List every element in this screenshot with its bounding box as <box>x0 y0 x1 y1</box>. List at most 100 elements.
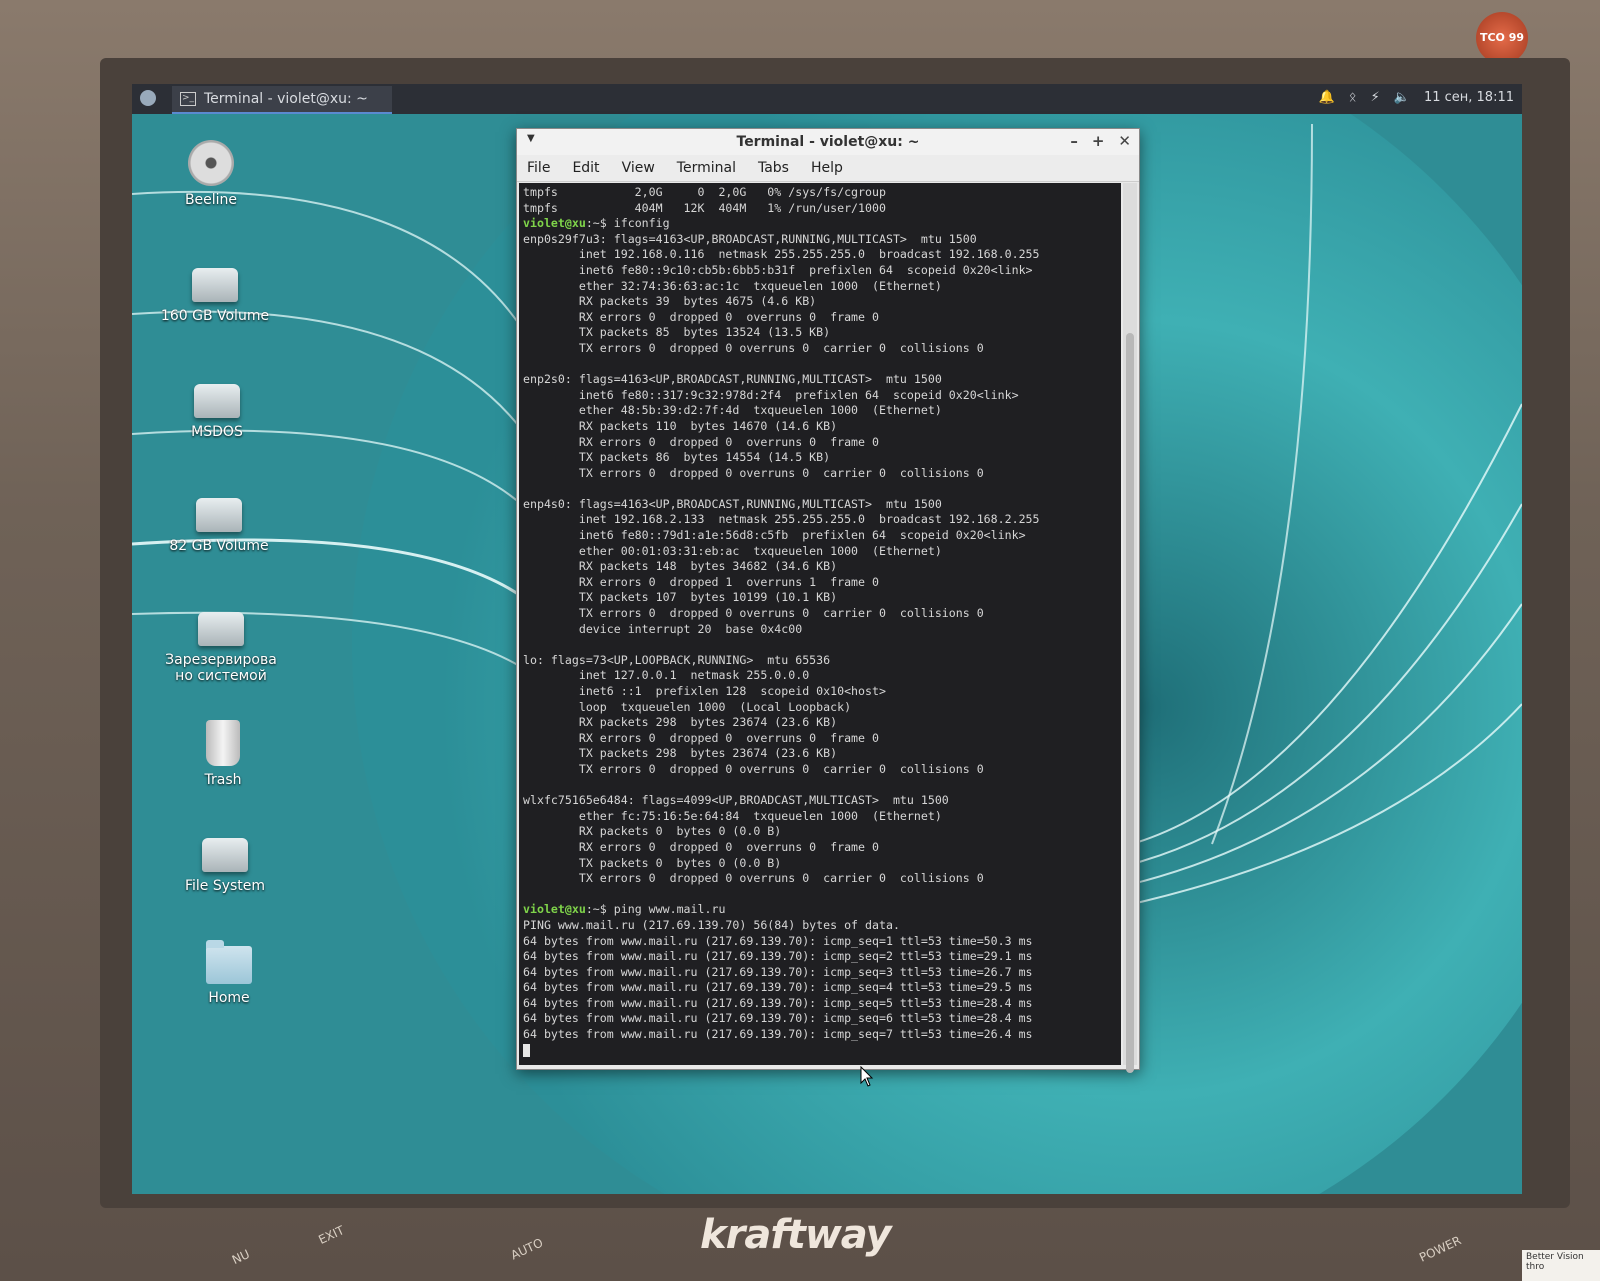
terminal-line: TX packets 86 bytes 14554 (14.5 KB) <box>578 450 831 465</box>
terminal-command: :~$ ping www.mail.ru <box>585 902 726 917</box>
terminal-line: inet 192.168.0.116 netmask 255.255.255.0… <box>578 247 1040 262</box>
desktop-icon-reserved[interactable]: Зарезервирова но системой <box>156 604 286 684</box>
window-title: Terminal - violet@xu: ~ <box>736 134 920 150</box>
terminal-line: wlxfc75165e6484: flags=4099<UP,BROADCAST… <box>523 793 949 808</box>
volume-icon[interactable]: 🔈 <box>1394 90 1410 105</box>
terminal-line: 64 bytes from www.mail.ru (217.69.139.70… <box>523 964 1033 979</box>
terminal-line: RX packets 110 bytes 14670 (14.6 KB) <box>578 418 838 433</box>
terminal-window: ▼ Terminal - violet@xu: ~ – + ✕ File Edi… <box>516 128 1140 1073</box>
terminal-line: TX errors 0 dropped 0 overruns 0 carrier… <box>578 761 984 776</box>
tco-badge: TCO 99 <box>1476 12 1528 64</box>
minimize-icon[interactable]: – <box>1070 132 1078 150</box>
brand-logo: kraftway <box>700 1212 892 1258</box>
terminal-line: 64 bytes from www.mail.ru (217.69.139.70… <box>523 980 1033 995</box>
terminal-line: TX packets 0 bytes 0 (0.0 B) <box>578 855 782 870</box>
terminal-line: ether fc:75:16:5e:64:84 txqueuelen 1000 … <box>578 808 942 823</box>
power-button-label: POWER <box>1417 1233 1464 1265</box>
desktop-icon-label: Зарезервирова но системой <box>165 652 277 684</box>
terminal-menubar: File Edit View Terminal Tabs Help <box>517 155 1139 182</box>
window-menu-icon[interactable]: ▼ <box>527 133 535 144</box>
terminal-line: RX packets 39 bytes 4675 (4.6 KB) <box>578 294 817 309</box>
terminal-line: inet 192.168.2.133 netmask 255.255.255.0… <box>578 512 1040 527</box>
terminal-cursor <box>523 1043 530 1057</box>
system-tray: 🔔 ᛟ ⚡ 🔈 11 сен, 18:11 <box>1319 90 1514 105</box>
terminal-line: 64 bytes from www.mail.ru (217.69.139.70… <box>523 1011 1033 1026</box>
terminal-line: 64 bytes from www.mail.ru (217.69.139.70… <box>523 995 1033 1010</box>
drive-icon <box>192 268 238 302</box>
power-icon[interactable]: ⚡ <box>1371 90 1380 105</box>
clock[interactable]: 11 сен, 18:11 <box>1424 90 1514 105</box>
terminal-scrollbar[interactable] <box>1123 183 1137 1073</box>
maximize-icon[interactable]: + <box>1092 132 1105 150</box>
monitor-bezel: TCO 99 >_ Terminal - violet@xu: ~ 🔔 ᛟ ⚡ … <box>0 0 1600 1281</box>
terminal-line: inet6 fe80::317:9c32:978d:2f4 prefixlen … <box>578 387 1019 402</box>
terminal-line: enp2s0: flags=4163<UP,BROADCAST,RUNNING,… <box>523 372 942 387</box>
exit-button-label: EXIT <box>316 1223 347 1247</box>
terminal-line: RX packets 298 bytes 23674 (23.6 KB) <box>578 715 838 730</box>
terminal-line: RX errors 0 dropped 0 overruns 0 frame 0 <box>578 434 879 449</box>
desktop-icon-160gb-volume[interactable]: 160 GB Volume <box>150 260 280 324</box>
home-folder-icon <box>206 940 252 984</box>
menu-terminal[interactable]: Terminal <box>677 160 736 176</box>
terminal-line: ether 48:5b:39:d2:7f:4d txqueuelen 1000 … <box>578 403 942 418</box>
terminal-line: TX packets 107 bytes 10199 (10.1 KB) <box>578 590 838 605</box>
terminal-line: RX errors 0 dropped 0 overruns 0 frame 0 <box>578 730 879 745</box>
scrollbar-thumb[interactable] <box>1126 333 1134 1073</box>
desktop-icon-msdos[interactable]: MSDOS <box>152 376 282 440</box>
terminal-icon: >_ <box>180 92 196 106</box>
terminal-line: RX packets 148 bytes 34682 (34.6 KB) <box>578 559 838 574</box>
terminal-line: tmpfs 2,0G 0 2,0G 0% /sys/fs/cgroup <box>523 185 886 199</box>
terminal-prompt: violet@xu <box>523 216 586 231</box>
desktop-icon-file-system[interactable]: File System <box>160 830 290 894</box>
desktop-icon-trash[interactable]: Trash <box>158 720 288 788</box>
drive-icon <box>196 498 242 532</box>
menu-tabs[interactable]: Tabs <box>758 160 789 176</box>
menu-edit[interactable]: Edit <box>572 160 599 176</box>
terminal-line: inet6 fe80::9c10:cb5b:6bb5:b31f prefixle… <box>578 262 1033 277</box>
terminal-line: inet 127.0.0.1 netmask 255.0.0.0 <box>578 668 810 683</box>
terminal-line: TX errors 0 dropped 0 overruns 0 carrier… <box>578 340 984 355</box>
screen: >_ Terminal - violet@xu: ~ 🔔 ᛟ ⚡ 🔈 11 се… <box>132 84 1522 1194</box>
terminal-output[interactable]: tmpfs 2,0G 0 2,0G 0% /sys/fs/cgroup tmpf… <box>519 183 1121 1065</box>
menu-file[interactable]: File <box>527 160 550 176</box>
whisker-menu-icon[interactable] <box>140 90 156 106</box>
bell-icon[interactable]: 🔔 <box>1319 90 1335 105</box>
trash-icon <box>206 720 240 766</box>
window-titlebar[interactable]: ▼ Terminal - violet@xu: ~ – + ✕ <box>517 129 1139 155</box>
desktop-icon-label: Trash <box>204 772 242 788</box>
terminal-line: enp0s29f7u3: flags=4163<UP,BROADCAST,RUN… <box>523 231 977 246</box>
menu-button-label: NU <box>229 1246 252 1268</box>
terminal-line: 64 bytes from www.mail.ru (217.69.139.70… <box>523 949 1033 964</box>
desktop-icon-label: 160 GB Volume <box>160 308 270 324</box>
drive-icon <box>194 384 240 418</box>
taskbar-button-terminal[interactable]: >_ Terminal - violet@xu: ~ <box>172 86 392 114</box>
drive-icon <box>202 838 248 872</box>
terminal-line: RX errors 0 dropped 0 overruns 0 frame 0 <box>578 839 879 854</box>
disc-icon <box>188 140 234 186</box>
desktop-icon-beeline[interactable]: Beeline <box>146 140 276 208</box>
terminal-line: enp4s0: flags=4163<UP,BROADCAST,RUNNING,… <box>523 496 942 511</box>
terminal-line: lo: flags=73<UP,LOOPBACK,RUNNING> mtu 65… <box>523 652 831 667</box>
terminal-line: 64 bytes from www.mail.ru (217.69.139.70… <box>523 1027 1033 1042</box>
terminal-prompt: violet@xu <box>523 902 586 917</box>
desktop-icon-home[interactable]: Home <box>164 940 294 1006</box>
terminal-line: TX packets 85 bytes 13524 (13.5 KB) <box>578 325 831 340</box>
terminal-line: TX errors 0 dropped 0 overruns 0 carrier… <box>578 465 984 480</box>
terminal-line: tmpfs 404M 12K 404M 1% /run/user/1000 <box>523 200 886 215</box>
desktop-icon-82gb-volume[interactable]: 82 GB Volume <box>154 490 284 554</box>
terminal-line: RX errors 0 dropped 1 overruns 1 frame 0 <box>578 574 879 589</box>
drive-icon <box>198 612 244 646</box>
top-panel: >_ Terminal - violet@xu: ~ 🔔 ᛟ ⚡ 🔈 11 се… <box>132 84 1522 114</box>
brand-name: kraftway <box>700 1212 892 1258</box>
terminal-line: loop txqueuelen 1000 (Local Loopback) <box>578 699 852 714</box>
menu-view[interactable]: View <box>622 160 655 176</box>
desktop-icon-label: Beeline <box>184 192 238 208</box>
auto-button-label: AUTO <box>508 1235 546 1263</box>
terminal-line: RX errors 0 dropped 0 overruns 0 frame 0 <box>578 309 879 324</box>
menu-help[interactable]: Help <box>811 160 843 176</box>
terminal-line: ether 32:74:36:63:ac:1c txqueuelen 1000 … <box>578 278 942 293</box>
terminal-command: :~$ ifconfig <box>585 216 670 231</box>
terminal-line: TX errors 0 dropped 0 overruns 0 carrier… <box>578 871 984 886</box>
close-icon[interactable]: ✕ <box>1118 132 1131 150</box>
bluetooth-icon[interactable]: ᛟ <box>1349 90 1357 105</box>
